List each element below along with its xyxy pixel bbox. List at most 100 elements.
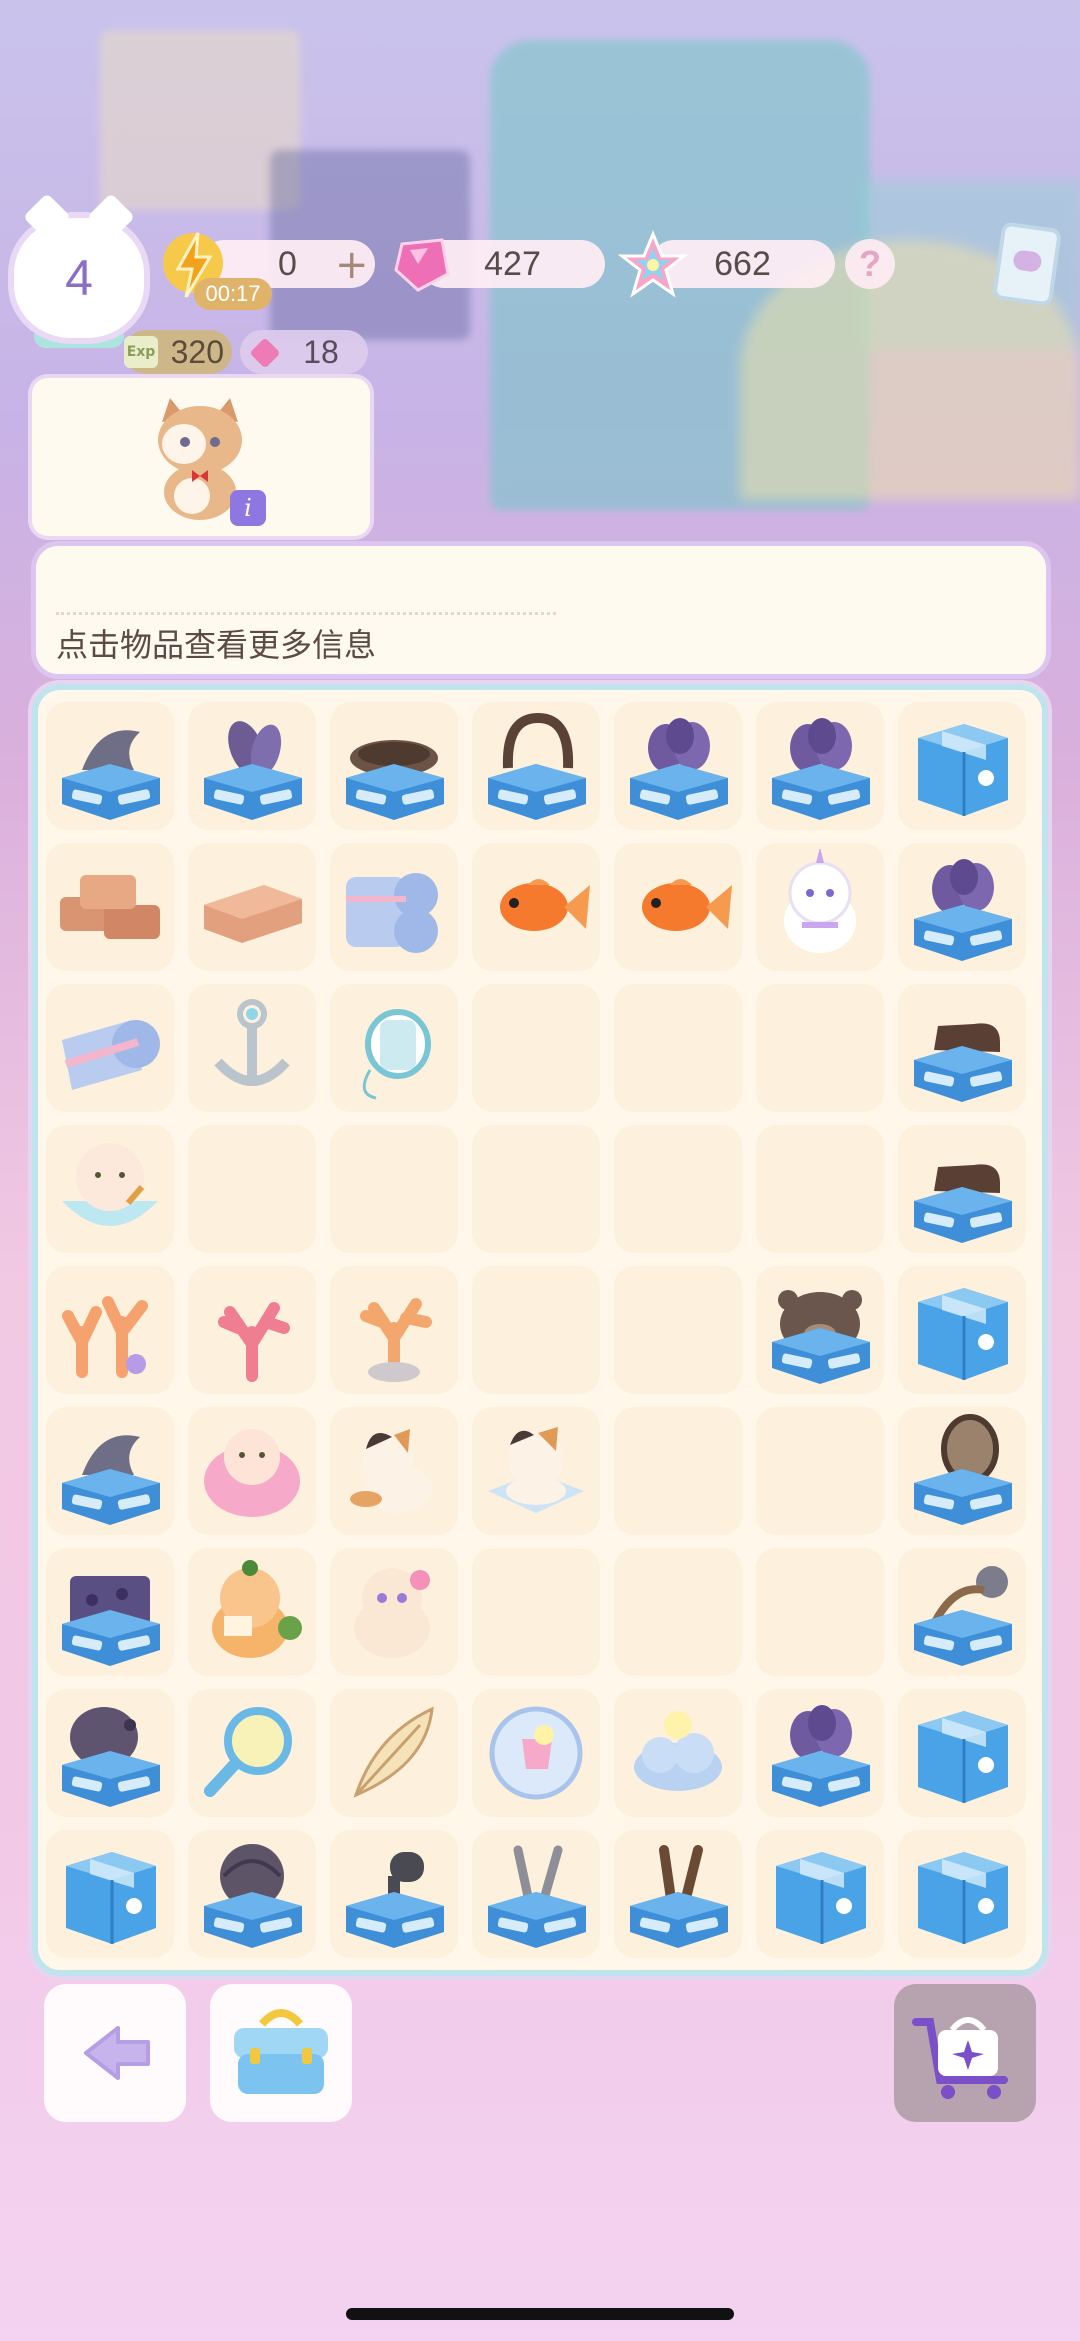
board-cell[interactable] xyxy=(756,702,884,830)
board-cell[interactable] xyxy=(330,702,458,830)
empty-board-cell[interactable] xyxy=(756,984,884,1112)
toolbox-icon xyxy=(234,2009,328,2094)
board-cell[interactable] xyxy=(330,843,458,971)
board-cell[interactable] xyxy=(472,702,600,830)
empty-board-cell[interactable] xyxy=(472,1548,600,1676)
empty-board-cell[interactable] xyxy=(756,1125,884,1253)
gift-box-icon xyxy=(918,1852,1008,1944)
empty-board-cell[interactable] xyxy=(614,1125,742,1253)
board-cell[interactable] xyxy=(188,1548,316,1676)
gift-box-icon xyxy=(918,724,1008,816)
home-indicator xyxy=(346,2308,734,2320)
collection-card-button[interactable] xyxy=(991,221,1063,307)
board-cell[interactable] xyxy=(472,1689,600,1817)
storage-chest-button[interactable] xyxy=(210,1984,352,2122)
board-cell[interactable] xyxy=(188,702,316,830)
empty-board-cell[interactable] xyxy=(472,1125,600,1253)
magnifier-icon xyxy=(204,1707,292,1797)
gift-box-icon xyxy=(66,1852,156,1944)
board-cell[interactable] xyxy=(188,843,316,971)
back-button[interactable] xyxy=(44,1984,186,2122)
board-cell[interactable] xyxy=(898,1125,1026,1253)
board-cell[interactable] xyxy=(472,843,600,971)
add-energy-button[interactable]: + xyxy=(335,242,369,288)
board-cell[interactable] xyxy=(188,1689,316,1817)
anchor-icon xyxy=(214,999,290,1086)
board-cell[interactable] xyxy=(330,1830,458,1958)
board-cell[interactable] xyxy=(472,1407,600,1535)
board-cell[interactable] xyxy=(614,1830,742,1958)
board-cell[interactable] xyxy=(46,1689,174,1817)
board-cell[interactable] xyxy=(614,702,742,830)
board-cell[interactable] xyxy=(46,1548,174,1676)
board-cell[interactable] xyxy=(46,843,174,971)
character-info-button[interactable]: i xyxy=(230,490,266,526)
empty-board-cell[interactable] xyxy=(472,984,600,1112)
empty-board-cell[interactable] xyxy=(472,1266,600,1394)
board-cell[interactable] xyxy=(330,1548,458,1676)
board-cell[interactable] xyxy=(46,1125,174,1253)
board-cell[interactable] xyxy=(756,1830,884,1958)
goldfish-icon xyxy=(500,879,590,931)
small-gem-value: 18 xyxy=(303,334,339,370)
board-cell[interactable] xyxy=(898,1830,1026,1958)
board-cell[interactable] xyxy=(614,843,742,971)
bear-box-icon xyxy=(772,1290,870,1384)
rainbow-star-icon xyxy=(618,230,688,298)
board-cell[interactable] xyxy=(330,1407,458,1535)
board-cell[interactable] xyxy=(46,984,174,1112)
board-cell[interactable] xyxy=(188,1266,316,1394)
tongs-box-icon xyxy=(630,1845,728,1948)
flower-box-icon xyxy=(630,718,728,820)
exp-value: 320 xyxy=(170,334,224,370)
board-cell[interactable] xyxy=(898,1407,1026,1535)
board-cell[interactable] xyxy=(188,1407,316,1535)
flower-box-icon xyxy=(772,1705,870,1807)
gem-icon xyxy=(394,238,450,292)
board-cell[interactable] xyxy=(898,1266,1026,1394)
board-cell[interactable] xyxy=(330,1266,458,1394)
board-cell[interactable] xyxy=(188,984,316,1112)
racket-box-icon xyxy=(914,1414,1012,1525)
item-info-hint: 点击物品查看更多信息 xyxy=(56,626,377,664)
empty-board-cell[interactable] xyxy=(614,1266,742,1394)
board-cell[interactable] xyxy=(46,1407,174,1535)
board-cell[interactable] xyxy=(614,1689,742,1817)
board-cell[interactable] xyxy=(898,843,1026,971)
gem-value: 427 xyxy=(484,244,541,283)
board-cell[interactable] xyxy=(756,843,884,971)
board-cell[interactable] xyxy=(898,1548,1026,1676)
level-badge[interactable]: 4 xyxy=(14,192,144,348)
board-cell[interactable] xyxy=(46,1830,174,1958)
board-cell[interactable] xyxy=(46,702,174,830)
boot-box-icon xyxy=(914,1023,1012,1102)
feather-icon xyxy=(353,1706,434,1798)
goldfish-icon xyxy=(642,879,732,931)
circuit-box-icon xyxy=(62,1576,160,1666)
board-cell[interactable] xyxy=(898,702,1026,830)
board-cell[interactable] xyxy=(756,1689,884,1817)
board-cell[interactable] xyxy=(756,1266,884,1394)
empty-board-cell[interactable] xyxy=(756,1548,884,1676)
board-cell[interactable] xyxy=(898,984,1026,1112)
orange-coral-icon xyxy=(360,1298,432,1382)
board-cell[interactable] xyxy=(330,1689,458,1817)
help-button[interactable]: ? xyxy=(845,239,895,289)
empty-board-cell[interactable] xyxy=(188,1125,316,1253)
board-cell[interactable] xyxy=(472,1830,600,1958)
info-divider xyxy=(56,612,556,615)
board-cell[interactable] xyxy=(898,1689,1026,1817)
empty-board-cell[interactable] xyxy=(756,1407,884,1535)
empty-board-cell[interactable] xyxy=(330,1125,458,1253)
unicorn-cat-icon xyxy=(784,849,856,953)
empty-board-cell[interactable] xyxy=(614,1548,742,1676)
calico-kitten-icon xyxy=(350,1429,432,1513)
board-cell[interactable] xyxy=(188,1830,316,1958)
board-cell[interactable] xyxy=(46,1266,174,1394)
energy-timer: 00:17 xyxy=(194,278,272,310)
board-cell[interactable] xyxy=(330,984,458,1112)
level-number: 4 xyxy=(65,250,93,306)
empty-board-cell[interactable] xyxy=(614,1407,742,1535)
shop-button[interactable] xyxy=(894,1984,1036,2122)
empty-board-cell[interactable] xyxy=(614,984,742,1112)
